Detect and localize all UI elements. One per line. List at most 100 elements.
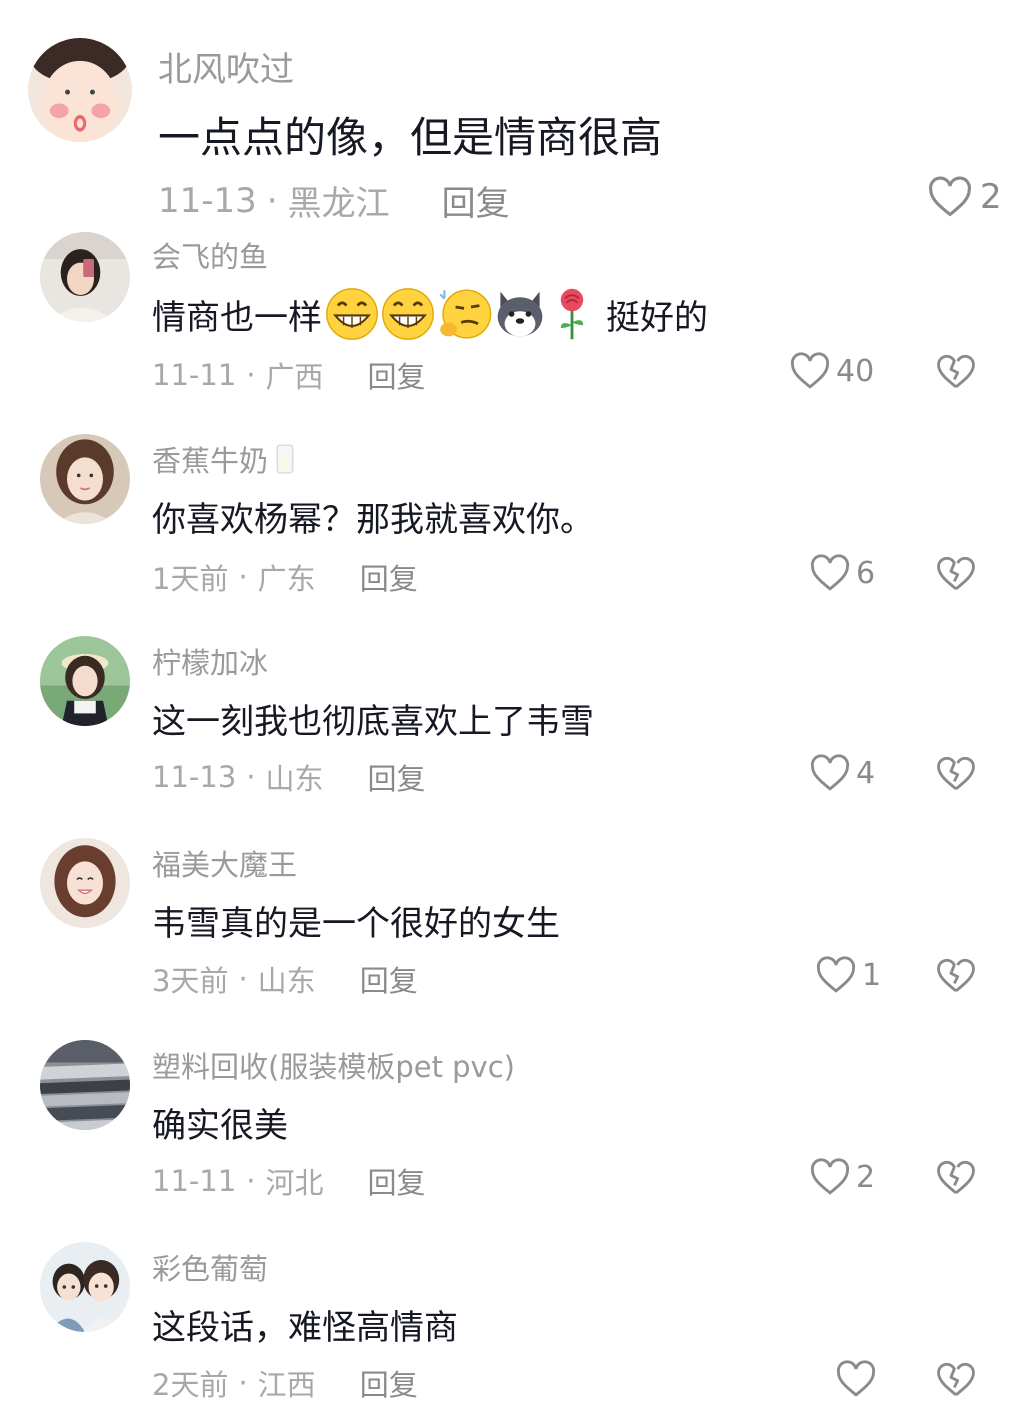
like-count: 2: [980, 177, 1002, 217]
comment-item: 彩色葡萄 这段话，难怪高情商 2天前 · 江西 回复: [0, 1240, 1024, 1423]
dislike-button[interactable]: [936, 754, 976, 796]
comment-meta: 11-11 · 河北 回复: [152, 1160, 426, 1202]
comment-item: 北风吹过 一点点的像，但是情商很高 11-13 · 黑龙江 回复 2: [0, 0, 1024, 230]
avatar[interactable]: [40, 1242, 130, 1332]
comment-location: 河北: [265, 1166, 324, 1200]
smiling-girl-avatar-icon: [40, 838, 130, 928]
girl-portrait-avatar-icon: [40, 434, 130, 524]
comment-date: 1天前: [152, 562, 229, 596]
dislike-button[interactable]: [936, 352, 976, 394]
plastic-pile-avatar-icon: [40, 1040, 130, 1130]
like-count: 40: [836, 353, 875, 389]
username[interactable]: 塑料回收(服装模板pet pvc): [152, 1044, 515, 1086]
thinking-emoji-icon: [439, 289, 492, 339]
comment-text: 情商也一样 挺好的: [152, 286, 708, 342]
like-button[interactable]: 1: [816, 956, 881, 994]
like-button[interactable]: 2: [810, 1158, 875, 1196]
separator-dot: ·: [246, 1164, 256, 1198]
comment-date: 2天前: [152, 1368, 229, 1402]
comment-location: 黑龙江: [287, 184, 390, 224]
comment-text: 韦雪真的是一个很好的女生: [152, 904, 560, 944]
broken-heart-icon: [937, 1362, 975, 1396]
comment-location: 江西: [257, 1368, 316, 1402]
reply-button[interactable]: 回复: [360, 1362, 418, 1404]
dislike-button[interactable]: [936, 1158, 976, 1200]
username[interactable]: 会飞的鱼: [152, 234, 268, 276]
comment-date: 11-13: [158, 180, 257, 221]
username-text: 香蕉牛奶: [152, 444, 269, 478]
comment-item: 会飞的鱼 情商也一样 挺好的 11-11 · 广西 回复 40: [0, 230, 1024, 430]
broken-heart-icon: [937, 354, 975, 388]
heart-icon: [816, 956, 856, 993]
avatar[interactable]: [28, 38, 132, 142]
comment-date: 11-11: [152, 1164, 237, 1198]
dislike-button[interactable]: [936, 1360, 976, 1402]
comment-meta: 11-13 · 黑龙江 回复: [158, 176, 510, 225]
like-count: 6: [856, 555, 876, 591]
heart-icon: [810, 1158, 850, 1195]
username[interactable]: 福美大魔王: [152, 842, 297, 884]
like-button[interactable]: 6: [810, 554, 875, 592]
cartoon-face-avatar-icon: [28, 38, 132, 142]
comment-meta: 11-13 · 山东 回复: [152, 756, 426, 798]
selfie-avatar-icon: [40, 232, 130, 322]
comment-date: 11-11: [152, 358, 237, 392]
comment-location: 广西: [265, 360, 324, 394]
avatar[interactable]: [40, 636, 130, 726]
comment-date: 11-13: [152, 760, 237, 794]
milk-icon: [276, 444, 294, 474]
comment-item: 柠檬加冰 这一刻我也彻底喜欢上了韦雪 11-13 · 山东 回复 4: [0, 634, 1024, 834]
comment-text: 确实很美: [152, 1106, 288, 1146]
like-button[interactable]: 2: [928, 176, 1002, 218]
separator-dot: ·: [238, 1366, 248, 1400]
grin-emoji-icon: [382, 288, 434, 340]
reply-button[interactable]: 回复: [368, 1160, 426, 1202]
heart-icon: [810, 754, 850, 791]
husky-emoji-icon: [497, 291, 543, 337]
comment-meta: 3天前 · 山东 回复: [152, 958, 418, 1000]
reply-button[interactable]: 回复: [360, 556, 418, 598]
avatar[interactable]: [40, 1040, 130, 1130]
heart-icon: [929, 176, 971, 217]
avatar[interactable]: [40, 434, 130, 524]
heart-icon: [810, 554, 850, 591]
separator-dot: ·: [238, 962, 248, 996]
like-count: 2: [856, 1159, 876, 1195]
comment-item: 塑料回收(服装模板pet pvc) 确实很美 11-11 · 河北 回复 2: [0, 1038, 1024, 1238]
separator-dot: ·: [238, 560, 248, 594]
grin-emoji-icon: [326, 288, 378, 340]
like-count: 1: [862, 957, 882, 993]
avatar[interactable]: [40, 232, 130, 322]
like-button[interactable]: 4: [810, 754, 875, 792]
username[interactable]: 彩色葡萄: [152, 1246, 268, 1288]
comment-item: 香蕉牛奶 你喜欢杨幂？那我就喜欢你。 1天前 · 广东 回复 6: [0, 432, 1024, 632]
reply-button[interactable]: 回复: [368, 756, 426, 798]
dislike-button[interactable]: [936, 956, 976, 998]
reply-button[interactable]: 回复: [368, 354, 426, 396]
comment-item: 福美大魔王 韦雪真的是一个很好的女生 3天前 · 山东 回复 1: [0, 836, 1024, 1036]
username[interactable]: 香蕉牛奶: [152, 438, 296, 480]
comment-text: 这段话，难怪高情商: [152, 1308, 458, 1348]
girl-outdoor-avatar-icon: [40, 636, 130, 726]
avatar[interactable]: [40, 838, 130, 928]
like-button[interactable]: 40: [790, 352, 874, 390]
like-button[interactable]: [836, 1360, 882, 1398]
comment-date: 3天前: [152, 964, 229, 998]
comment-meta: 2天前 · 江西 回复: [152, 1362, 418, 1404]
reply-button[interactable]: 回复: [442, 176, 510, 225]
heart-icon: [836, 1360, 876, 1397]
comment-list: 北风吹过 一点点的像，但是情商很高 11-13 · 黑龙江 回复 2 会飞的鱼 …: [0, 0, 1024, 1423]
separator-dot: ·: [266, 180, 278, 221]
comment-location: 广东: [257, 562, 316, 596]
comment-text: 这一刻我也彻底喜欢上了韦雪: [152, 702, 594, 742]
username[interactable]: 柠檬加冰: [152, 640, 268, 682]
comment-meta: 1天前 · 广东 回复: [152, 556, 418, 598]
broken-heart-icon: [937, 1160, 975, 1194]
reply-button[interactable]: 回复: [360, 958, 418, 1000]
dislike-button[interactable]: [936, 554, 976, 596]
separator-dot: ·: [246, 760, 256, 794]
separator-dot: ·: [246, 358, 256, 392]
username[interactable]: 北风吹过: [158, 42, 294, 91]
comment-text-main: 情商也一样: [152, 297, 322, 338]
comment-meta: 11-11 · 广西 回复: [152, 354, 426, 396]
